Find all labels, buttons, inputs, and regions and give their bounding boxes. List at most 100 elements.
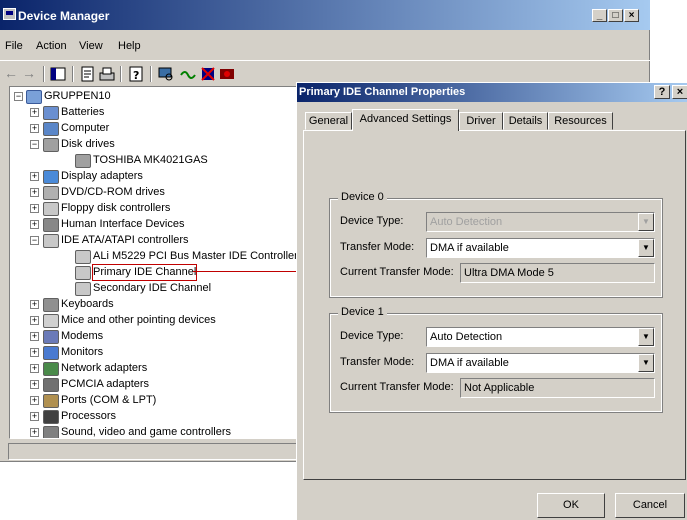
controller-icon — [43, 202, 59, 216]
device0-group: Device 0 Device Type: Auto Detection ▼ T… — [329, 191, 663, 298]
collapse-icon[interactable]: − — [30, 236, 39, 245]
chevron-down-icon[interactable]: ▼ — [638, 328, 654, 346]
tree-item-label: Mice and other pointing devices — [61, 314, 216, 326]
toolbar-separator — [150, 66, 152, 82]
tree-item-label: IDE ATA/ATAPI controllers — [61, 234, 189, 246]
tree-item-label: Computer — [61, 122, 110, 134]
device0-type-select: Auto Detection ▼ — [426, 212, 655, 232]
menu-bar: File Action View Help — [0, 32, 650, 58]
controller-icon — [75, 250, 91, 264]
tree-item-label: Human Interface Devices — [61, 218, 185, 230]
expand-icon[interactable]: + — [30, 300, 39, 309]
callout-line — [193, 271, 296, 272]
device1-type-label: Device Type: — [340, 330, 404, 342]
tree-item-label: Processors — [61, 410, 117, 422]
expand-icon[interactable]: + — [30, 348, 39, 357]
menu-file[interactable]: File — [5, 40, 23, 52]
print-icon[interactable] — [99, 66, 115, 82]
expand-icon[interactable]: + — [30, 108, 39, 117]
monitor-icon — [43, 346, 59, 360]
tree-item-label: Disk drives — [61, 138, 115, 150]
expand-icon[interactable]: + — [30, 220, 39, 229]
keyboard-icon — [43, 298, 59, 312]
toolbar-separator — [120, 66, 122, 82]
expand-icon[interactable]: + — [30, 172, 39, 181]
device1-current-value: Not Applicable — [460, 378, 655, 398]
tree-item-label: Primary IDE Channel — [91, 264, 198, 281]
device-manager-titlebar[interactable]: Device Manager _ □ × — [0, 0, 650, 30]
toolbar-separator — [43, 66, 45, 82]
expand-icon[interactable]: + — [30, 412, 39, 421]
cancel-button[interactable]: Cancel — [615, 493, 685, 518]
close-button[interactable]: × — [624, 9, 639, 22]
pcmcia-icon — [43, 378, 59, 392]
processor-icon — [43, 410, 59, 424]
collapse-icon[interactable]: − — [30, 140, 39, 149]
dialog-close-button[interactable]: × — [672, 85, 687, 99]
device1-transfer-select[interactable]: DMA if available ▼ — [426, 353, 655, 373]
uninstall-icon[interactable] — [200, 66, 216, 82]
expand-icon[interactable]: + — [30, 316, 39, 325]
back-arrow-icon[interactable]: ← — [4, 66, 20, 82]
expand-icon[interactable]: + — [30, 396, 39, 405]
network-icon — [43, 362, 59, 376]
tree-item-label: DVD/CD-ROM drives — [61, 186, 165, 198]
tree-item-label: Floppy disk controllers — [61, 202, 171, 214]
device1-type-value: Auto Detection — [430, 331, 503, 343]
chevron-down-icon[interactable]: ▼ — [638, 239, 654, 257]
device1-type-select[interactable]: Auto Detection ▼ — [426, 327, 655, 347]
disable-device-icon[interactable] — [219, 66, 235, 82]
help-button[interactable]: ? — [654, 85, 670, 99]
device-tree: − GRUPPEN10 + Batteries + Computer − Disk dri… — [9, 86, 299, 439]
controller-icon — [43, 234, 59, 248]
menu-view[interactable]: View — [79, 40, 103, 52]
controller-icon — [75, 266, 91, 280]
forward-arrow-icon[interactable]: → — [22, 66, 38, 82]
menu-help[interactable]: Help — [118, 40, 141, 52]
tree-item-label: ALi M5229 PCI Bus Master IDE Controller — [93, 250, 298, 262]
tab-advanced-settings[interactable]: Advanced Settings — [352, 109, 459, 131]
device0-transfer-value: DMA if available — [430, 242, 509, 254]
menu-action[interactable]: Action — [36, 40, 67, 52]
computer-icon — [43, 122, 59, 136]
chevron-down-icon[interactable]: ▼ — [638, 354, 654, 372]
tree-item-label: Secondary IDE Channel — [93, 282, 212, 294]
dialog-titlebar[interactable]: Primary IDE Channel Properties ? × — [297, 83, 687, 102]
advanced-settings-panel: Device 0 Device Type: Auto Detection ▼ T… — [303, 130, 686, 480]
minimize-button[interactable]: _ — [592, 9, 607, 22]
expand-icon[interactable]: + — [30, 332, 39, 341]
disk-drive-icon — [75, 154, 91, 168]
computer-icon — [26, 90, 42, 104]
expand-icon[interactable]: + — [30, 364, 39, 373]
collapse-icon[interactable]: − — [14, 92, 23, 101]
device0-transfer-label: Transfer Mode: — [340, 241, 415, 253]
controller-icon — [75, 282, 91, 296]
properties-icon[interactable] — [80, 66, 96, 82]
expand-icon[interactable]: + — [30, 380, 39, 389]
tab-driver[interactable]: Driver — [459, 112, 503, 130]
device0-current-value: Ultra DMA Mode 5 — [460, 263, 655, 283]
expand-icon[interactable]: + — [30, 124, 39, 133]
window-title: Device Manager — [18, 9, 110, 23]
expand-icon[interactable]: + — [30, 188, 39, 197]
tree-item-label: Network adapters — [61, 362, 148, 374]
ok-button[interactable]: OK — [537, 493, 605, 518]
dialog-title: Primary IDE Channel Properties — [299, 86, 466, 98]
tab-details[interactable]: Details — [503, 112, 548, 130]
hid-icon — [43, 218, 59, 232]
update-driver-icon[interactable] — [180, 66, 196, 82]
tab-resources[interactable]: Resources — [548, 112, 613, 130]
modem-icon — [43, 330, 59, 344]
maximize-button[interactable]: □ — [608, 9, 623, 22]
port-icon — [43, 394, 59, 408]
console-tree-icon[interactable] — [50, 66, 66, 82]
help-icon[interactable]: ? — [128, 66, 144, 82]
device0-transfer-select[interactable]: DMA if available ▼ — [426, 238, 655, 258]
tab-general[interactable]: General — [305, 112, 352, 130]
device0-type-value: Auto Detection — [430, 216, 503, 228]
expand-icon[interactable]: + — [30, 204, 39, 213]
svg-text:?: ? — [133, 69, 139, 82]
sound-icon — [43, 426, 59, 438]
scan-hardware-icon[interactable] — [158, 66, 174, 82]
expand-icon[interactable]: + — [30, 428, 39, 437]
